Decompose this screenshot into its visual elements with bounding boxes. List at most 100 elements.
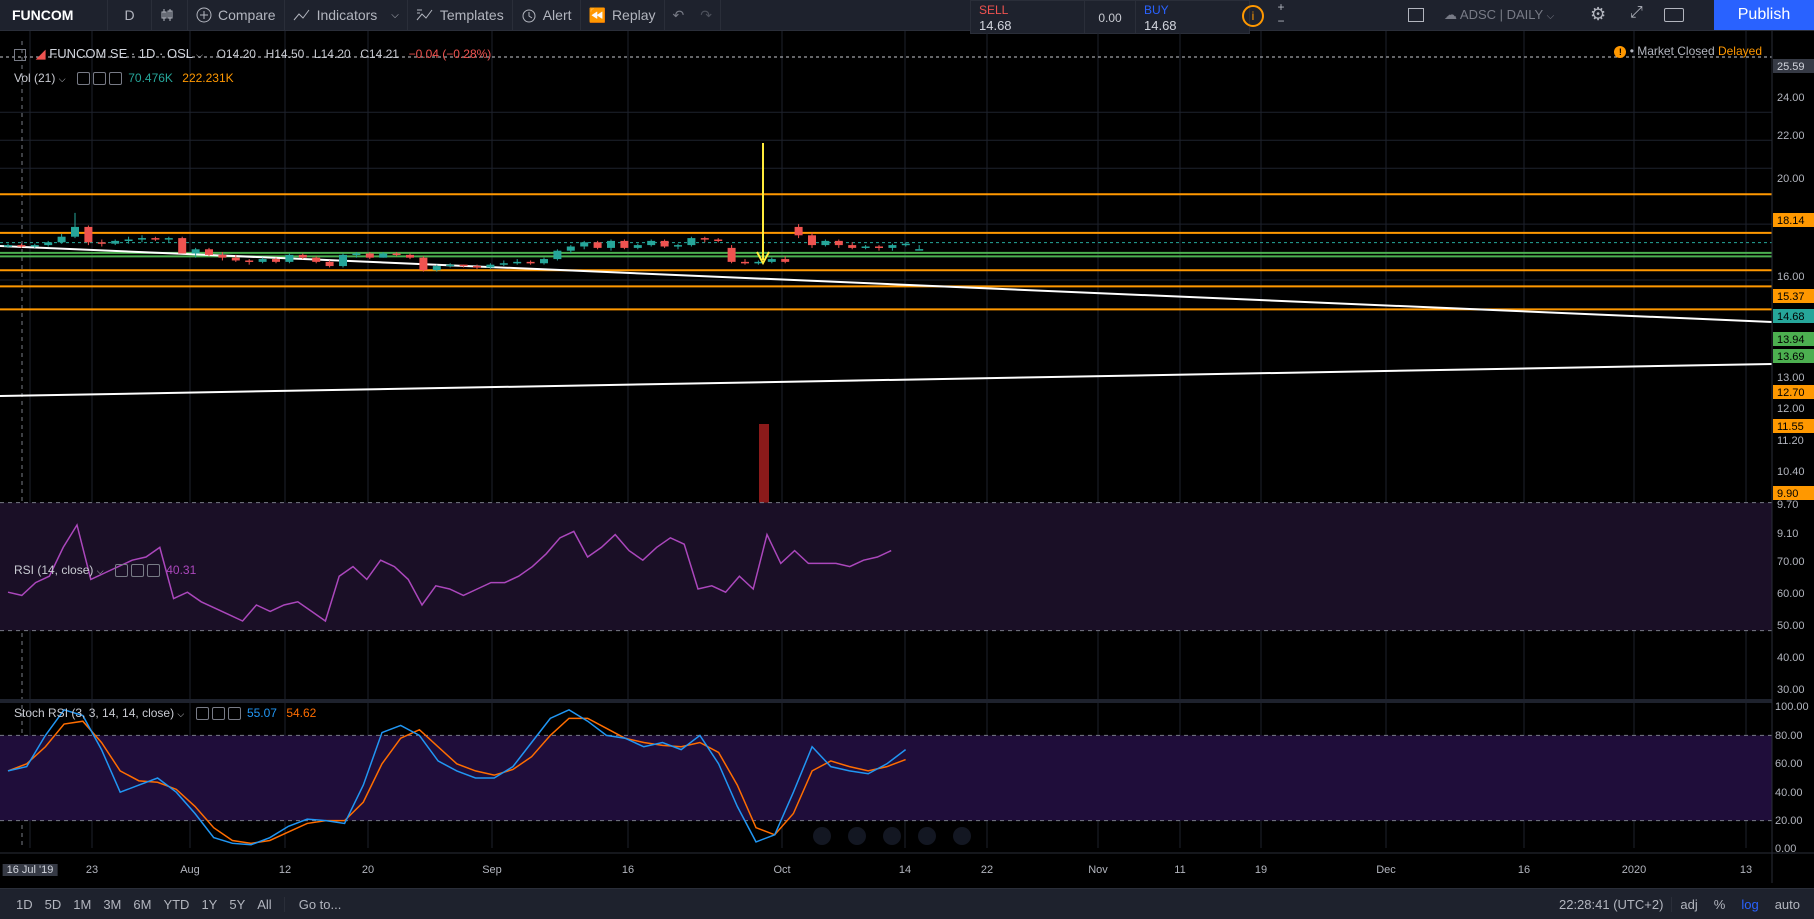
interval-button[interactable]: D [108,0,152,30]
undo-button[interactable]: ↶ [665,0,693,30]
clock[interactable]: 22:28:41 (UTC+2) [1551,897,1671,912]
range-3m[interactable]: 3M [97,897,127,912]
close-icon[interactable] [146,564,160,578]
candle-body [379,253,388,258]
settings-icon[interactable] [211,707,225,721]
price-tick: 10.40 [1777,466,1805,478]
spread-value: 0.00 [1085,0,1135,34]
chevron-down-icon[interactable]: ⌵ [97,566,104,576]
chevron-down-icon[interactable]: ⌵ [59,74,66,84]
rsi-name[interactable]: RSI (14, close) [14,563,93,577]
candle-body [258,259,267,262]
qty-stepper[interactable]: + − [1272,0,1290,30]
chevron-down-icon[interactable]: ⌵ [196,50,203,60]
redo-button[interactable]: ↷ [692,0,721,30]
fullscreen-square-icon[interactable] [1408,8,1424,22]
price-tick: 24.00 [1777,92,1805,104]
settings-icon[interactable] [92,72,106,86]
dot-icon: • [1629,44,1634,58]
buy-button[interactable]: BUY 14.68 [1135,0,1250,34]
candle-body [821,240,830,246]
rsi-tick: 50.00 [1777,620,1805,632]
candle-body [191,249,200,254]
volume-legend: Vol (21) ⌵ 70.476K 222.231K [14,71,234,86]
settings-icon[interactable] [130,564,144,578]
camera-icon[interactable] [1664,8,1684,22]
info-icon[interactable]: i [1242,5,1264,27]
symbol-title[interactable]: FUNCOM SE · 1D · OSL [49,46,192,61]
stoch-name[interactable]: Stoch RSI (3, 3, 14, 14, close) [14,706,174,720]
range-1m[interactable]: 1M [67,897,97,912]
goto-button[interactable]: Go to... [283,896,350,912]
candle-body [325,261,334,267]
templates-button[interactable]: Templates [408,0,513,30]
volume-name[interactable]: Vol (21) [14,71,55,85]
range-6m[interactable]: 6M [127,897,157,912]
delayed-text: Delayed [1717,44,1762,58]
time-tick: Nov [1088,864,1108,876]
candle-body [30,245,39,247]
close-icon[interactable] [108,72,122,86]
replay-button[interactable]: ⏪ Replay [581,0,665,30]
eye-icon[interactable] [195,707,209,721]
adj-toggle[interactable]: adj [1671,896,1705,912]
eye-icon[interactable] [76,72,90,86]
time-tick: Aug [180,864,200,876]
time-tick: Sep [482,864,502,876]
layout-button[interactable]: ☁ ADSC | DAILY ⌵ [1444,7,1554,23]
range-5d[interactable]: 5D [39,897,68,912]
candle-body [4,245,12,247]
chart-nav-left-icon[interactable] [883,827,901,845]
range-ytd[interactable]: YTD [157,897,195,912]
percent-toggle[interactable]: % [1706,897,1734,912]
indicators-label: Indicators [316,7,378,23]
chart-nav-right-icon[interactable] [918,827,936,845]
candle-body [901,243,910,246]
chart-nav-reset-icon[interactable] [953,827,971,845]
range-all[interactable]: All [251,897,277,912]
candle-body [915,249,924,251]
auto-toggle[interactable]: auto [1767,897,1814,912]
market-status[interactable]: ! • Market Closed Delayed [1614,44,1762,58]
range-5y[interactable]: 5Y [223,897,251,912]
candle-body [365,253,374,258]
rsi-tick: 60.00 [1777,588,1805,600]
chevron-down-icon[interactable]: ⌵ [177,709,184,719]
chart-canvas[interactable]: 25.59 24.00 22.00 20.00 18.14 16.00 15.37 14.68… [0,31,1814,883]
stoch-k-value: 55.07 [246,706,277,720]
chart-nav-minus-icon[interactable] [813,827,831,845]
ohlc-open: O14.20 [216,47,256,61]
symbol-search[interactable]: FUNCOM [0,0,108,30]
ohlc-high: H14.50 [265,47,305,61]
rsi-value: 40.31 [166,563,197,577]
candle-body [124,239,133,241]
rewind-icon: ⏪ [588,6,606,23]
fullscreen-icon[interactable]: ⤢ [1630,4,1643,22]
gear-icon[interactable]: ⚙ [1590,4,1606,25]
range-1y[interactable]: 1Y [195,897,223,912]
candle-body [580,242,589,247]
templates-icon [416,9,433,21]
candle-body [553,250,562,260]
chart-area[interactable]: 25.59 24.00 22.00 20.00 18.14 16.00 15.37 14.68… [0,31,1814,883]
chart-nav-plus-icon[interactable] [848,827,866,845]
log-toggle[interactable]: log [1733,897,1766,912]
rsi-band [0,502,1772,631]
chart-style-button[interactable] [152,0,188,30]
candle-body [178,238,187,254]
candle-body [473,266,481,268]
alert-button[interactable]: Alert [513,0,581,30]
publish-button[interactable]: Publish [1714,0,1814,30]
collapse-icon[interactable] [14,48,26,61]
compare-button[interactable]: Compare [188,0,285,30]
indicators-button[interactable]: Indicators ⌵ [285,0,408,30]
candle-body [57,236,66,243]
candle-body [446,264,455,267]
price-tag: 12.70 [1777,387,1805,399]
sell-button[interactable]: SELL 14.68 [970,0,1085,34]
close-icon[interactable] [227,707,241,721]
price-axis-bg [1772,31,1814,883]
alarm-clock-icon [522,9,536,23]
range-1d[interactable]: 1D [10,897,39,912]
eye-icon[interactable] [114,564,128,578]
